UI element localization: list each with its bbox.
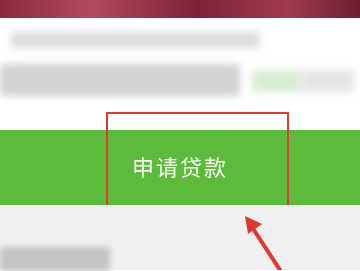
annotation-highlight-box: [106, 112, 289, 211]
blurred-text-line: [0, 64, 240, 96]
blurred-text-line: [300, 70, 354, 92]
blurred-text-line: [10, 32, 260, 48]
annotation-arrow-icon: [245, 216, 282, 270]
blurred-highlight: [252, 70, 302, 92]
bottom-area: [0, 205, 360, 271]
blurred-text-line: [0, 247, 110, 271]
top-banner-image: [0, 0, 360, 18]
